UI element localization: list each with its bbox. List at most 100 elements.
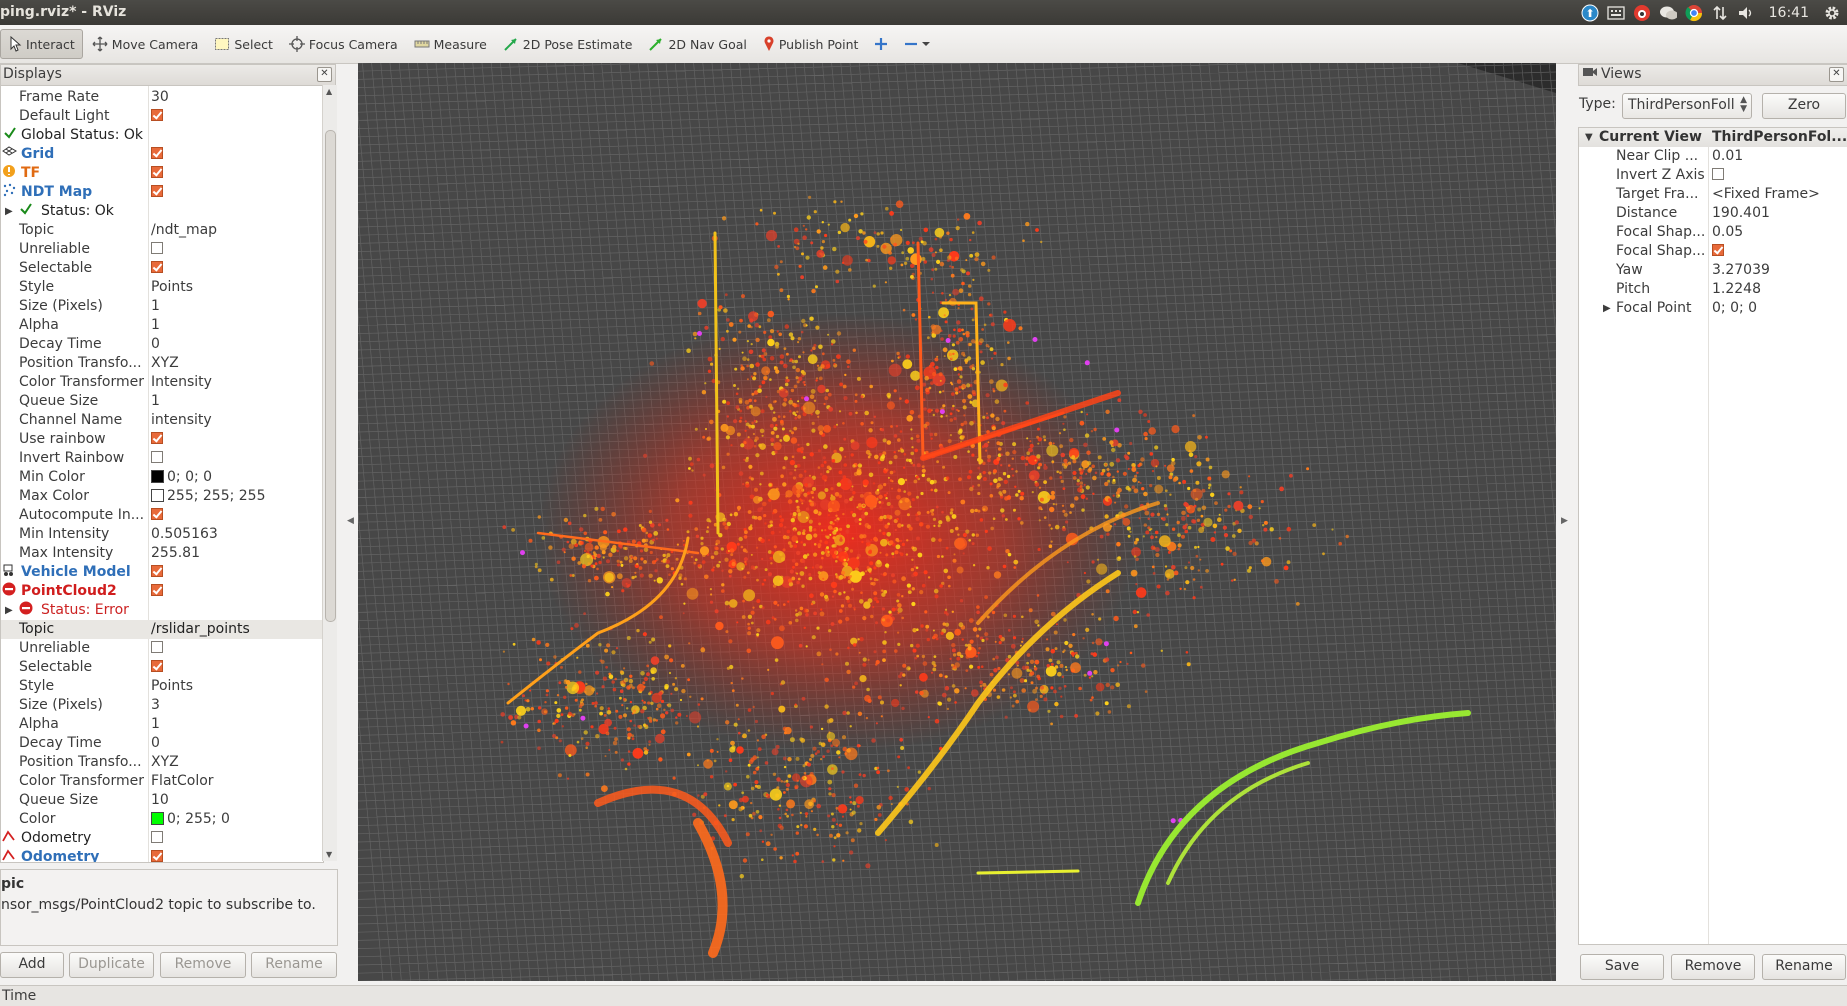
prop-style[interactable]: Style Points — [1, 278, 323, 297]
ndt-status-row[interactable]: ▶ Status: Ok — [1, 202, 323, 221]
prop-position-transformer[interactable]: Position Transfo... XYZ — [1, 354, 323, 373]
view-prop-yaw[interactable]: Yaw 3.27039 — [1579, 261, 1847, 280]
display-odometry-2[interactable]: Odometry — [1, 848, 323, 862]
tf-checkbox[interactable] — [151, 166, 163, 178]
keyboard-icon[interactable] — [1606, 4, 1625, 22]
view-prop-pitch[interactable]: Pitch 1.2248 — [1579, 280, 1847, 299]
invert-z-checkbox[interactable] — [1712, 168, 1724, 180]
prop-use-rainbow[interactable]: Use rainbow — [1, 430, 323, 449]
publish-point-tool-button[interactable]: Publish Point — [756, 30, 866, 58]
vehicle-model-checkbox[interactable] — [151, 565, 163, 577]
volume-icon[interactable] — [1737, 4, 1755, 22]
prop-position-transformer[interactable]: Position Transfo... XYZ — [1, 753, 323, 772]
rename-display-button[interactable]: Rename — [251, 952, 337, 978]
prop-selectable[interactable]: Selectable — [1, 658, 323, 677]
prop-color[interactable]: Color 0; 255; 0 — [1, 810, 323, 829]
unreliable-checkbox[interactable] — [151, 242, 163, 254]
pointcloud2-status-row[interactable]: ▶ Status: Error — [1, 601, 323, 620]
unreliable-checkbox[interactable] — [151, 641, 163, 653]
invert-rainbow-checkbox[interactable] — [151, 451, 163, 463]
scroll-up-icon[interactable]: ▲ — [326, 87, 332, 96]
default-light-checkbox[interactable] — [151, 109, 163, 121]
add-tool-button[interactable] — [867, 30, 895, 58]
weibo-icon[interactable] — [1633, 4, 1651, 22]
prop-size-pixels[interactable]: Size (Pixels) 1 — [1, 297, 323, 316]
view-prop-near-clip[interactable]: Near Clip ... 0.01 — [1579, 147, 1847, 166]
prop-min-color[interactable]: Min Color 0; 0; 0 — [1, 468, 323, 487]
settings-gear-icon[interactable] — [1823, 4, 1841, 22]
expand-arrow-icon[interactable]: ▶ — [5, 601, 13, 620]
display-grid[interactable]: Grid — [1, 145, 323, 164]
odometry-checkbox[interactable] — [151, 831, 163, 843]
prop-channel-name[interactable]: Channel Name intensity — [1, 411, 323, 430]
display-pointcloud2[interactable]: PointCloud2 — [1, 582, 323, 601]
prop-queue-size[interactable]: Queue Size 10 — [1, 791, 323, 810]
scrollbar-thumb[interactable] — [325, 130, 336, 622]
duplicate-display-button[interactable]: Duplicate — [69, 952, 154, 978]
displays-close-icon[interactable]: ✕ — [317, 67, 332, 82]
prop-autocompute-intensity[interactable]: Autocompute In... — [1, 506, 323, 525]
interact-tool-button[interactable]: Interact — [0, 29, 83, 59]
prop-decay-time[interactable]: Decay Time 0 — [1, 734, 323, 753]
prop-max-intensity[interactable]: Max Intensity 255.81 — [1, 544, 323, 563]
network-icon[interactable] — [1711, 4, 1729, 22]
prop-color-transformer[interactable]: Color Transformer FlatColor — [1, 772, 323, 791]
measure-tool-button[interactable]: Measure — [407, 30, 494, 58]
displays-scrollbar[interactable]: ▲ ▼ — [322, 85, 337, 861]
max-color-swatch[interactable] — [151, 488, 164, 502]
focal-shape-checkbox[interactable] — [1712, 244, 1724, 256]
remove-tool-dropdown[interactable] — [897, 30, 937, 58]
view-prop-focal-shape-fixed[interactable]: Focal Shap... — [1579, 242, 1847, 261]
prop-selectable[interactable]: Selectable — [1, 259, 323, 278]
render-viewport[interactable] — [358, 63, 1556, 981]
prop-size-pixels[interactable]: Size (Pixels) 3 — [1, 696, 323, 715]
prop-frame-rate[interactable]: Frame Rate 30 — [1, 88, 323, 107]
add-display-button[interactable]: Add — [0, 952, 64, 978]
color-swatch[interactable] — [151, 811, 164, 825]
chrome-icon[interactable] — [1685, 4, 1703, 22]
pose-estimate-tool-button[interactable]: 2D Pose Estimate — [496, 30, 640, 58]
left-splitter-arrow-icon[interactable]: ◀ — [347, 516, 354, 526]
selectable-checkbox[interactable] — [151, 660, 163, 672]
prop-default-light[interactable]: Default Light — [1, 107, 323, 126]
move-camera-tool-button[interactable]: Move Camera — [85, 30, 206, 58]
save-view-button[interactable]: Save — [1580, 954, 1664, 980]
display-tf[interactable]: TF — [1, 164, 323, 183]
global-status-row[interactable]: Global Status: Ok — [1, 126, 323, 145]
rename-view-button[interactable]: Rename — [1762, 954, 1846, 980]
display-odometry[interactable]: Odometry — [1, 829, 323, 848]
view-prop-focal-shape-size[interactable]: Focal Shap... 0.05 — [1579, 223, 1847, 242]
prop-unreliable[interactable]: Unreliable — [1, 240, 323, 259]
select-tool-button[interactable]: Select — [207, 30, 280, 58]
remove-display-button[interactable]: Remove — [160, 952, 246, 978]
view-prop-invert-z[interactable]: Invert Z Axis — [1579, 166, 1847, 185]
prop-topic-selected[interactable]: Topic/rslidar_points — [1, 620, 323, 639]
display-ndt-map[interactable]: NDT Map — [1, 183, 323, 202]
views-close-icon[interactable]: ✕ — [1829, 67, 1844, 82]
accessibility-icon[interactable]: ⬆ — [1581, 4, 1599, 22]
expand-arrow-icon[interactable]: ▶ — [1603, 299, 1611, 318]
odometry-2-checkbox[interactable] — [151, 850, 163, 862]
prop-max-color[interactable]: Max Color 255; 255; 255 — [1, 487, 323, 506]
min-color-swatch[interactable] — [151, 469, 164, 483]
prop-min-intensity[interactable]: Min Intensity 0.505163 — [1, 525, 323, 544]
collapse-arrow-icon[interactable]: ▼ — [1585, 128, 1593, 147]
nav-goal-tool-button[interactable]: 2D Nav Goal — [641, 30, 753, 58]
prop-invert-rainbow[interactable]: Invert Rainbow — [1, 449, 323, 468]
pointcloud2-checkbox[interactable] — [151, 584, 163, 596]
prop-alpha[interactable]: Alpha 1 — [1, 316, 323, 335]
prop-decay-time[interactable]: Decay Time 0 — [1, 335, 323, 354]
scroll-down-icon[interactable]: ▼ — [326, 850, 332, 859]
wechat-icon[interactable] — [1659, 4, 1677, 22]
use-rainbow-checkbox[interactable] — [151, 432, 163, 444]
ndt-map-checkbox[interactable] — [151, 185, 163, 197]
view-prop-distance[interactable]: Distance 190.401 — [1579, 204, 1847, 223]
prop-alpha[interactable]: Alpha 1 — [1, 715, 323, 734]
zero-button[interactable]: Zero — [1762, 93, 1846, 119]
right-splitter-arrow-icon[interactable]: ▶ — [1561, 516, 1568, 526]
prop-unreliable[interactable]: Unreliable — [1, 639, 323, 658]
current-view-header[interactable]: ▼ Current View ThirdPersonFol... — [1579, 128, 1847, 147]
lidar-scene-svg[interactable] — [358, 63, 1556, 981]
prop-queue-size[interactable]: Queue Size 1 — [1, 392, 323, 411]
expand-arrow-icon[interactable]: ▶ — [5, 202, 13, 221]
